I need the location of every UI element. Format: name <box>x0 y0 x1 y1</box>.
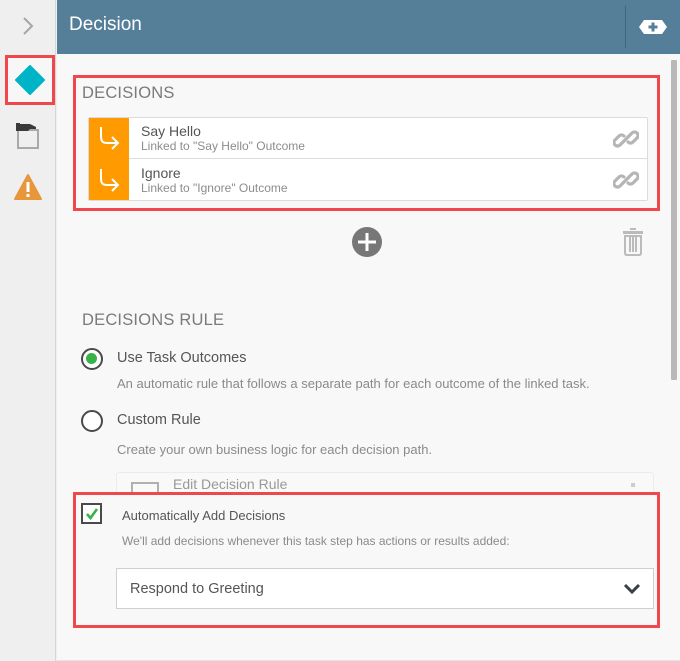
decision-item[interactable]: Ignore Linked to "Ignore" Outcome <box>89 159 647 200</box>
decisions-rule-title: DECISIONS RULE <box>82 311 225 329</box>
use-task-outcomes-label[interactable]: Use Task Outcomes <box>117 350 246 366</box>
link-icon[interactable] <box>613 126 639 152</box>
add-decision-icon <box>639 20 667 34</box>
decision-subtitle: Linked to "Say Hello" Outcome <box>141 139 305 153</box>
delete-decision-button[interactable] <box>622 226 644 256</box>
decisions-title: DECISIONS <box>82 84 175 102</box>
link-icon[interactable] <box>613 167 639 193</box>
rail-item-decision[interactable] <box>5 55 55 105</box>
chevron-right-icon <box>23 17 34 35</box>
left-rail <box>0 0 56 661</box>
decision-panel-app: Decision DECISIONS Say Hello Linked to "… <box>0 0 680 661</box>
add-decision-circle-button[interactable] <box>352 227 382 257</box>
auto-add-decisions-label[interactable]: Automatically Add Decisions <box>122 508 285 523</box>
warning-icon <box>14 174 42 200</box>
page-title: Decision <box>69 14 142 35</box>
rail-item-task[interactable] <box>0 110 56 160</box>
action-select[interactable]: Respond to Greeting <box>116 568 654 609</box>
task-hand-icon <box>16 123 39 149</box>
expand-rail-button[interactable] <box>0 0 56 52</box>
edit-decision-rule-label: Edit Decision Rule <box>173 476 288 492</box>
auto-add-decisions-checkbox[interactable] <box>81 503 102 524</box>
decision-name: Ignore <box>141 164 181 181</box>
decision-path-icon <box>89 159 129 200</box>
chevron-down-icon <box>623 583 641 595</box>
decision-item[interactable]: Say Hello Linked to "Say Hello" Outcome <box>89 117 647 159</box>
custom-rule-description: Create your own business logic for each … <box>117 442 433 457</box>
diamond-icon <box>15 65 45 95</box>
add-decision-button[interactable] <box>637 14 669 40</box>
custom-rule-label[interactable]: Custom Rule <box>117 412 201 428</box>
decision-panel: Decision DECISIONS Say Hello Linked to "… <box>57 0 680 661</box>
action-select-value: Respond to Greeting <box>130 581 264 597</box>
checkmark-icon <box>85 507 98 520</box>
custom-rule-radio[interactable] <box>81 410 103 432</box>
panel-header: Decision <box>57 0 680 54</box>
decision-subtitle: Linked to "Ignore" Outcome <box>141 180 288 195</box>
scrollbar[interactable] <box>671 60 677 380</box>
rail-item-warnings[interactable] <box>0 162 56 212</box>
header-divider <box>625 6 626 48</box>
use-task-outcomes-description: An automatic rule that follows a separat… <box>117 376 590 391</box>
decision-path-icon <box>89 117 129 159</box>
use-task-outcomes-radio[interactable] <box>81 348 103 370</box>
edit-decision-rule-button[interactable]: Edit Decision Rule <box>116 472 654 492</box>
auto-add-decisions-description: We'll add decisions whenever this task s… <box>122 534 510 548</box>
rule-table-icon <box>131 482 159 492</box>
decisions-list: Say Hello Linked to "Say Hello" Outcome <box>88 117 648 201</box>
edit-rule-caret-icon <box>631 483 635 487</box>
decision-name: Say Hello <box>141 123 201 139</box>
